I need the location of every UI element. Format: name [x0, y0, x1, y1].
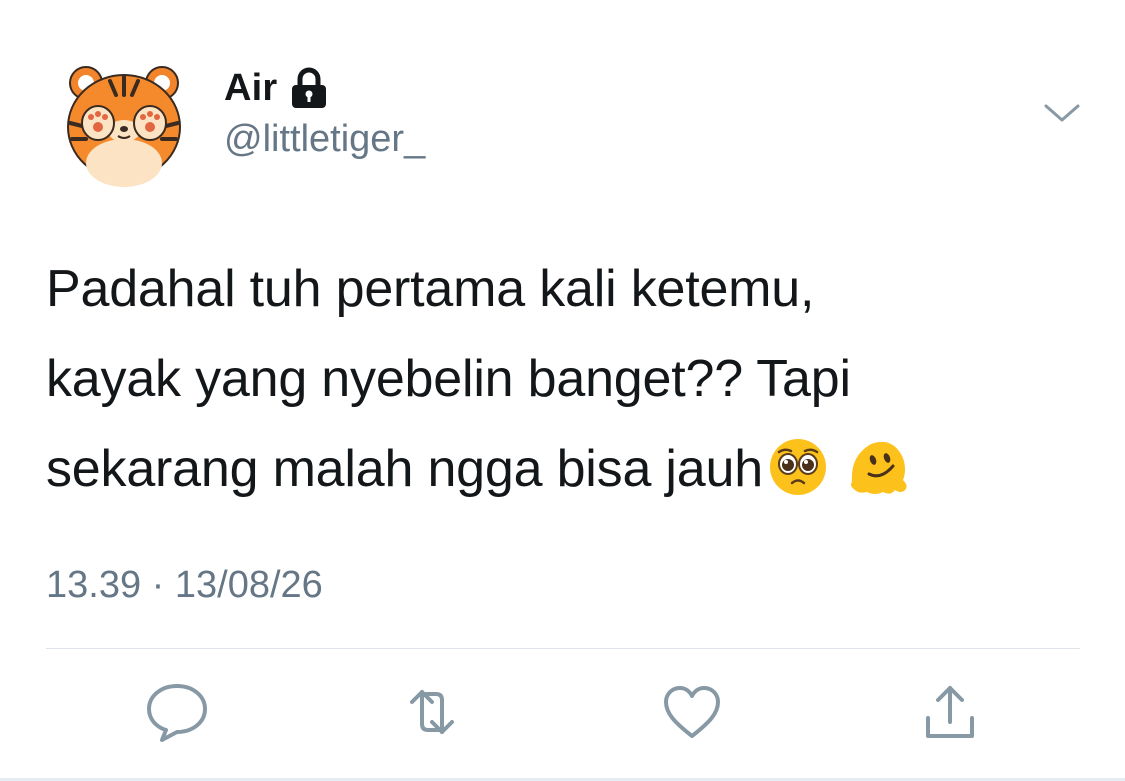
tweet-card: Air @littletiger_ Padahal tuh pertama ka… — [0, 0, 1125, 781]
tweet-actions — [0, 680, 1125, 750]
retweet-icon[interactable] — [400, 680, 464, 744]
reply-icon[interactable] — [145, 680, 209, 744]
display-name[interactable]: Air — [224, 67, 277, 110]
chevron-down-icon[interactable] — [1040, 98, 1084, 128]
tweet-body: Padahal tuh pertama kali ketemu, kayak y… — [46, 260, 851, 498]
heart-icon[interactable] — [660, 680, 724, 744]
divider — [46, 648, 1080, 649]
tweet-text: Padahal tuh pertama kali ketemu, kayak y… — [46, 244, 1086, 514]
avatar[interactable] — [58, 43, 190, 191]
pleading-face-emoji — [769, 439, 826, 495]
melting-face-emoji — [850, 441, 907, 494]
user-handle[interactable]: @littletiger_ — [224, 118, 425, 161]
lock-icon — [292, 67, 327, 108]
tweet-timestamp[interactable]: 13.39 · 13/08/26 — [46, 564, 323, 607]
name-row: Air — [224, 64, 329, 112]
share-icon[interactable] — [918, 680, 982, 744]
